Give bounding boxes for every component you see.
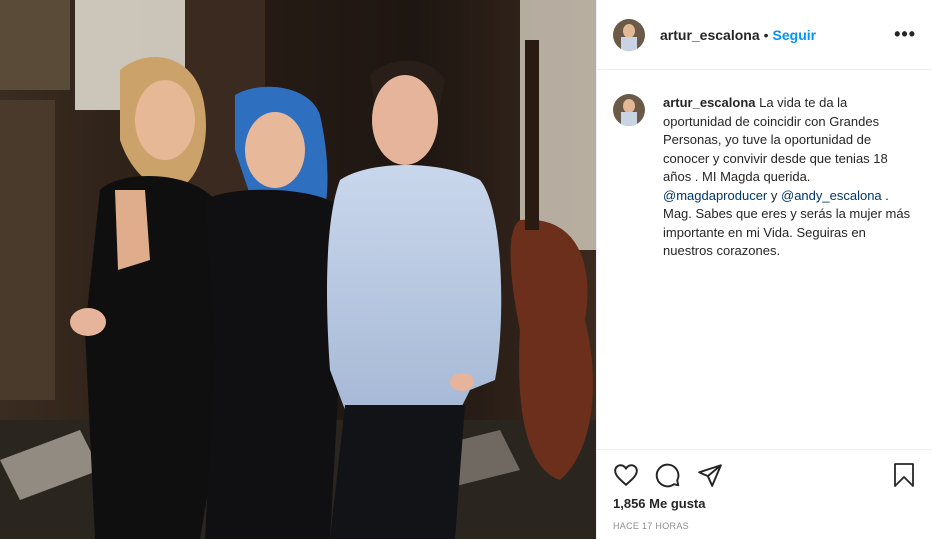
share-icon[interactable]	[697, 462, 723, 488]
mention-magdaproducer[interactable]: @magdaproducer	[663, 188, 767, 203]
likes-count[interactable]: 1,856 Me gusta	[613, 496, 706, 511]
follow-button[interactable]: Seguir	[773, 27, 817, 43]
caption-avatar[interactable]	[613, 94, 645, 126]
caption-username[interactable]: artur_escalona	[663, 95, 756, 110]
bookmark-icon[interactable]	[892, 462, 916, 488]
mention-andy-escalona[interactable]: @andy_escalona	[781, 188, 882, 203]
post-header: artur_escalona • Seguir •••	[597, 0, 932, 70]
more-icon[interactable]: •••	[894, 24, 916, 45]
separator-dot: •	[763, 26, 769, 43]
action-icons	[613, 462, 723, 488]
photo-image	[0, 0, 596, 539]
username[interactable]: artur_escalona	[660, 27, 760, 43]
post-photo[interactable]	[0, 0, 596, 539]
comment-icon[interactable]	[655, 462, 681, 488]
caption-connector: y	[767, 187, 781, 203]
post-timestamp[interactable]: HACE 17 HORAS	[613, 521, 689, 531]
caption-text: artur_escalona La vida te da la oportuni…	[663, 94, 916, 261]
avatar[interactable]	[613, 18, 645, 51]
heart-icon[interactable]	[613, 462, 639, 488]
caption: artur_escalona La vida te da la oportuni…	[613, 94, 916, 261]
post-actions: 1,856 Me gusta HACE 17 HORAS	[597, 449, 932, 540]
post-side-panel: artur_escalona • Seguir ••• artur_escalo…	[596, 0, 932, 539]
